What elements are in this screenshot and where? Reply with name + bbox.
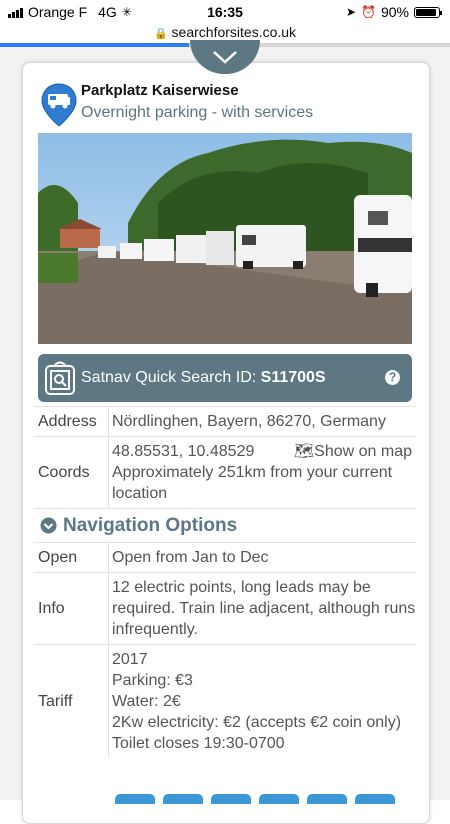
tariff-label: Tariff xyxy=(34,645,109,758)
status-bar: Orange F 4G ✳ 16:35 ➤ ⏰ 90% xyxy=(0,0,450,26)
action-button[interactable] xyxy=(115,794,155,804)
tariff-row: Tariff 2017 Parking: €3 Water: 2€ 2Kw el… xyxy=(34,644,416,758)
chevron-circle-down-icon xyxy=(40,517,57,534)
satnav-device-icon xyxy=(45,361,75,395)
url-text: searchforsites.co.uk xyxy=(171,24,297,40)
action-button[interactable] xyxy=(259,794,299,804)
site-photo-image xyxy=(38,133,412,344)
open-value: Open from Jan to Dec xyxy=(112,549,269,566)
navigation-options-toggle[interactable]: Navigation Options xyxy=(34,508,416,542)
tariff-line: Water: 2€ xyxy=(112,693,181,710)
coords-value: 48.85531, 10.48529 xyxy=(112,443,255,460)
action-button[interactable] xyxy=(163,794,203,804)
tariff-line: 2017 xyxy=(112,651,148,668)
action-button[interactable] xyxy=(307,794,347,804)
info-value: 12 electric points, long leads may be re… xyxy=(112,579,416,638)
navigation-options-label: Navigation Options xyxy=(63,514,238,536)
address-row: Address Nördlinghen, Bayern, 86270, Germ… xyxy=(34,406,416,436)
open-label: Open xyxy=(34,543,109,572)
tariff-line: Parking: €3 xyxy=(112,672,193,689)
map-icon: 🗺 xyxy=(293,443,315,460)
motorhome-pin-icon xyxy=(41,83,77,127)
address-value: Nördlinghen, Bayern, 86270, Germany xyxy=(112,413,386,430)
site-details-table: Address Nördlinghen, Bayern, 86270, Germ… xyxy=(34,406,416,758)
open-row: Open Open from Jan to Dec xyxy=(34,542,416,572)
coords-label: Coords xyxy=(34,437,109,508)
site-title: Parkplatz Kaiserwiese xyxy=(81,82,239,99)
show-on-map-link[interactable]: 🗺Show on map xyxy=(294,441,416,462)
location-arrow-icon: ➤ xyxy=(345,5,357,19)
distance-text: Approximately 251km from your current lo… xyxy=(112,464,393,502)
info-label: Info xyxy=(34,573,109,644)
action-button[interactable] xyxy=(211,794,251,804)
coords-cell: 48.85531, 10.48529 🗺Show on map Approxim… xyxy=(109,437,416,508)
action-buttons xyxy=(115,794,395,804)
chevron-down-icon xyxy=(213,51,237,64)
lock-icon: 🔒 xyxy=(153,28,168,40)
battery-percent: 90% xyxy=(380,4,409,20)
help-icon[interactable]: ? xyxy=(385,370,400,385)
show-on-map-label: Show on map xyxy=(314,443,412,460)
status-right: ➤ ⏰ 90% xyxy=(345,4,442,20)
satnav-label: Satnav Quick Search ID: S11700S xyxy=(81,369,326,387)
battery-icon xyxy=(414,6,442,18)
alarm-icon: ⏰ xyxy=(361,5,376,19)
tariff-value: 2017 Parking: €3 Water: 2€ 2Kw electrici… xyxy=(109,645,416,758)
info-row: Info 12 electric points, long leads may … xyxy=(34,572,416,644)
address-label: Address xyxy=(34,407,109,436)
action-button[interactable] xyxy=(355,794,395,804)
site-header: Parkplatz Kaiserwiese Overnight parking … xyxy=(38,78,416,128)
satnav-label-text: Satnav Quick Search ID: xyxy=(81,369,261,386)
tariff-line: Toilet closes 19:30-0700 xyxy=(112,735,285,752)
coords-row: Coords 48.85531, 10.48529 🗺Show on map A… xyxy=(34,436,416,508)
site-type: Overnight parking - with services xyxy=(81,104,314,121)
satnav-id: S11700S xyxy=(260,369,326,386)
satnav-quick-search[interactable]: Satnav Quick Search ID: S11700S ? xyxy=(38,354,412,402)
site-photo[interactable] xyxy=(38,133,412,344)
tariff-line: 2Kw electricity: €2 (accepts €2 coin onl… xyxy=(112,714,402,731)
